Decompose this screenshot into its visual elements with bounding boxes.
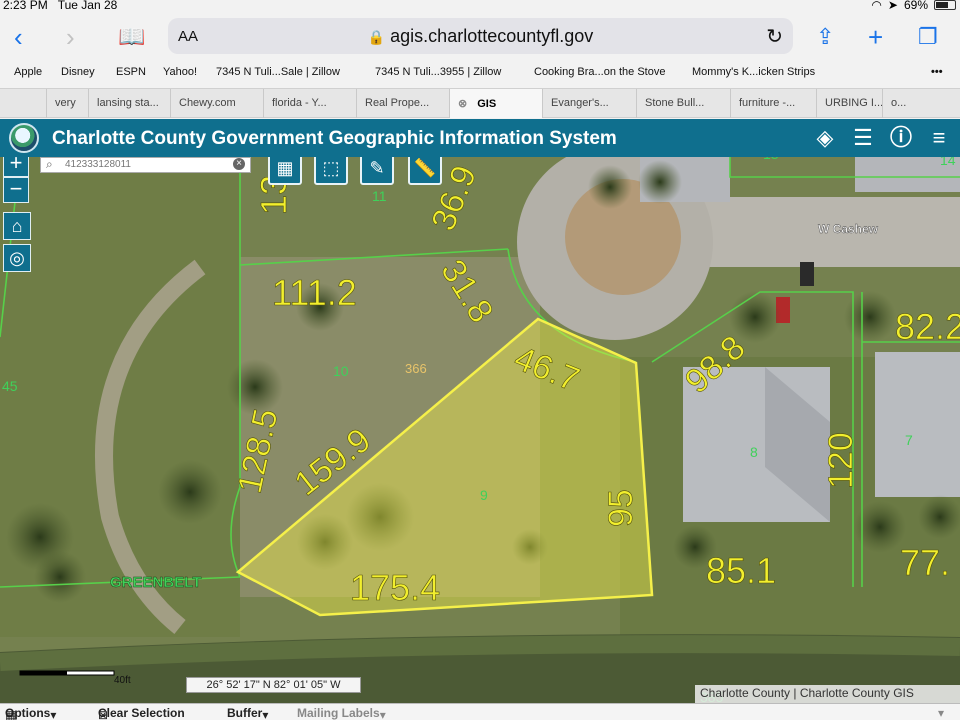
home-icon[interactable]: ⌂ <box>3 212 31 240</box>
bottom-toolbar: ▦ Options ▾ ⊠ Clear Selection Buffer ▾ M… <box>0 703 960 720</box>
wifi-icon: ◠ <box>871 0 882 12</box>
bookmark-item[interactable]: Cooking Bra...on the Stove <box>534 66 665 78</box>
location-icon: ➤ <box>887 0 898 12</box>
zoom-out-button[interactable]: − <box>3 177 29 203</box>
dimension-label: 111.2 <box>272 272 357 313</box>
reload-icon[interactable]: ↻ <box>766 24 783 49</box>
tab[interactable]: URBING I... <box>816 89 882 118</box>
battery-percent: 69% <box>903 0 928 12</box>
status-bar: 2:23 PM Tue Jan 28 ◠ ➤ 69% <box>0 0 960 14</box>
options-icon: ▦ <box>5 708 17 720</box>
map-attribution: Charlotte County | Charlotte County GIS <box>695 685 960 703</box>
legend-icon[interactable]: ☰ <box>849 125 877 151</box>
lot-number: 8 <box>750 444 758 460</box>
browser-toolbar: ‹ › 📖 AA 🔒 agis.charlottecountyfl.gov ↻ … <box>0 14 960 62</box>
tab[interactable]: lansing sta... <box>88 89 170 118</box>
parcel-search-input[interactable]: ⌕ 412333128011 × <box>40 157 251 173</box>
zoom-in-button[interactable]: + <box>3 157 29 177</box>
status-right: ◠ ➤ 69% <box>871 0 956 12</box>
more-bookmarks-icon[interactable]: ••• <box>931 66 943 78</box>
dimension-label: 120 <box>822 432 860 489</box>
tab[interactable]: Chewy.com <box>170 89 263 118</box>
lot-number: 7 <box>905 432 913 448</box>
clear-selection-button[interactable]: ⊠ Clear Selection <box>98 706 185 720</box>
greenbelt-label: GREENBELT <box>110 574 201 591</box>
measure-tool-icon[interactable]: 📏 <box>408 157 442 185</box>
search-icon: ⌕ <box>46 157 53 171</box>
battery-icon <box>934 0 956 10</box>
tab[interactable]: furniture -... <box>730 89 816 118</box>
lot-number: 10 <box>333 363 349 379</box>
menu-icon[interactable]: ≡ <box>925 125 953 151</box>
dimension-label: 85.1 <box>706 550 776 591</box>
bookmarks-bar: Apple Disney ESPN Yahoo! 7345 N Tuli...S… <box>0 64 960 84</box>
buffer-button[interactable]: Buffer ▾ <box>227 706 268 720</box>
dimension-label: 77. <box>900 542 950 583</box>
bookmark-item[interactable]: 7345 N Tuli...Sale | Zillow <box>216 66 340 78</box>
bookmark-item[interactable]: Mommy's K...icken Strips <box>692 66 815 78</box>
lock-icon: 🔒 <box>367 29 386 45</box>
dimension-label: 82.2 <box>895 306 960 347</box>
tab[interactable]: very <box>46 89 88 118</box>
bookmark-item[interactable]: ESPN <box>116 66 146 78</box>
lot-number: 45 <box>2 378 18 394</box>
street-label: W Cashew <box>818 222 879 236</box>
address-bar[interactable]: AA 🔒 agis.charlottecountyfl.gov ↻ <box>168 18 793 54</box>
lot-number: 9 <box>480 487 488 503</box>
status-time-date: 2:23 PM Tue Jan 28 <box>3 0 118 12</box>
chevron-down-icon[interactable]: ▾ <box>938 706 944 720</box>
back-icon[interactable]: ‹ <box>14 22 23 52</box>
locate-icon[interactable]: ◎ <box>3 244 31 272</box>
lot-number: 11 <box>372 188 387 204</box>
tabs-icon[interactable]: ❐ <box>918 22 938 52</box>
lot-number: 18 <box>763 157 779 162</box>
clear-icon: ⊠ <box>98 708 109 720</box>
map-view[interactable]: 111.2 36.9 31.8 46.7 98.8 128.5 159.9 95… <box>0 157 960 703</box>
coordinates-readout: 26° 52' 17" N 82° 01' 05" W <box>186 677 361 693</box>
bookmark-item[interactable]: 7345 N Tuli...3955 | Zillow <box>375 66 501 78</box>
tab[interactable]: Real Prope... <box>356 89 449 118</box>
options-button[interactable]: ▦ Options ▾ <box>5 706 56 720</box>
url-text[interactable]: 🔒 agis.charlottecountyfl.gov <box>168 26 793 47</box>
select-tool-icon[interactable]: ⬚ <box>314 157 348 185</box>
share-icon[interactable]: ⇪ <box>816 22 834 52</box>
bookmark-item[interactable]: Apple <box>14 66 42 78</box>
clear-search-icon[interactable]: × <box>233 158 245 170</box>
chevron-down-icon: ▾ <box>50 708 57 720</box>
mailing-labels-button[interactable]: Mailing Labels ▾ <box>297 706 386 720</box>
forward-icon[interactable]: › <box>66 22 75 52</box>
tab-active[interactable]: ⊗ GIS <box>449 89 542 118</box>
tab[interactable]: florida - Y... <box>263 89 356 118</box>
scale-label: 40ft <box>114 675 131 686</box>
layers-icon[interactable]: ◈ <box>811 125 839 151</box>
chevron-down-icon: ▾ <box>262 708 269 720</box>
bookmark-item[interactable]: Yahoo! <box>163 66 197 78</box>
info-icon[interactable]: ⓘ <box>887 125 915 151</box>
chevron-down-icon: ▾ <box>379 708 386 720</box>
dimension-label: 95 <box>602 489 640 527</box>
lot-number: 14 <box>940 157 956 168</box>
tab[interactable]: Stone Bull... <box>636 89 730 118</box>
grid-tool-icon[interactable]: ▦ <box>268 157 302 185</box>
tab[interactable]: Evanger's... <box>542 89 636 118</box>
edit-tool-icon[interactable]: ✎ <box>360 157 394 185</box>
dimension-label: 175.4 <box>350 567 440 608</box>
new-tab-icon[interactable]: + <box>868 22 883 52</box>
bookmarks-icon[interactable]: 📖 <box>118 22 145 52</box>
close-tab-icon[interactable]: ⊗ <box>458 98 467 110</box>
county-logo <box>9 123 39 153</box>
gis-title: Charlotte County Government Geographic I… <box>52 128 617 149</box>
bookmark-item[interactable]: Disney <box>61 66 95 78</box>
gis-header: Charlotte County Government Geographic I… <box>0 119 960 157</box>
tab-strip: very lansing sta... Chewy.com florida - … <box>0 88 960 118</box>
lot-number: 366 <box>405 361 427 376</box>
scale-bar <box>19 670 115 676</box>
tab[interactable]: o... <box>882 89 912 118</box>
aerial-map[interactable]: 111.2 36.9 31.8 46.7 98.8 128.5 159.9 95… <box>0 157 960 703</box>
